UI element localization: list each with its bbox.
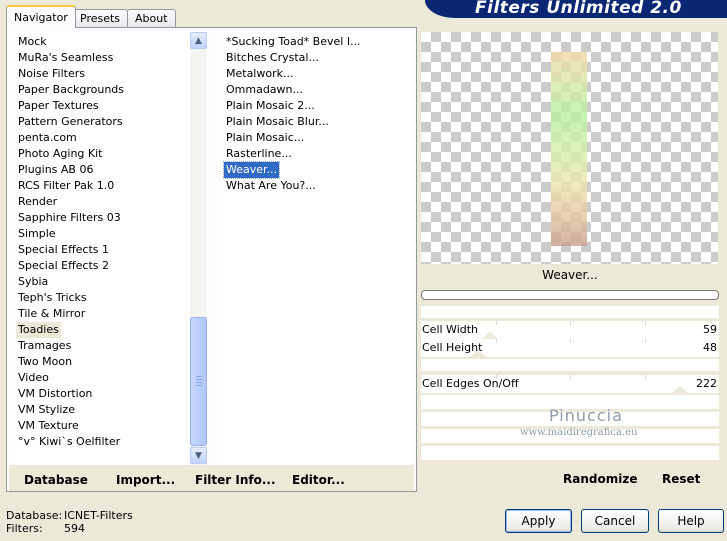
category-item[interactable]: VM Distortion — [16, 386, 94, 402]
status-label: Database: — [6, 509, 63, 522]
filter-list[interactable]: *Sucking Toad* Bevel I... Bitches Crystal… — [217, 32, 413, 465]
slider-thumb[interactable] — [470, 350, 486, 357]
tab-about[interactable]: About — [127, 9, 176, 28]
category-item[interactable]: Tile & Mirror — [16, 306, 87, 322]
category-item[interactable]: Paper Backgrounds — [16, 82, 126, 98]
filter-info-button[interactable]: Filter Info... — [195, 473, 276, 487]
chevron-up-icon: ▲ — [195, 35, 202, 46]
tab-navigator[interactable]: Navigator — [6, 5, 76, 28]
category-item[interactable]: Paper Textures — [16, 98, 101, 114]
category-item[interactable]: Noise Filters — [16, 66, 87, 82]
slider-thumb[interactable] — [672, 386, 688, 393]
filter-item[interactable]: Metalwork... — [224, 66, 295, 82]
category-list[interactable]: Mock MuRa's Seamless Noise Filters Paper Ba… — [9, 32, 209, 465]
category-item[interactable]: penta.com — [16, 130, 79, 146]
filter-item[interactable]: Rasterline... — [224, 146, 294, 162]
database-button[interactable]: Database — [24, 473, 88, 487]
randomize-button[interactable]: Randomize — [563, 472, 637, 486]
editor-button[interactable]: Editor... — [292, 473, 345, 487]
category-item[interactable]: Two Moon — [16, 354, 74, 370]
category-item[interactable]: Special Effects 2 — [16, 258, 111, 274]
scroll-up-button[interactable]: ▲ — [190, 32, 207, 49]
scroll-down-button[interactable]: ▼ — [190, 447, 207, 464]
status-database: Database: ICNET-Filters — [6, 509, 133, 522]
filter-item[interactable]: Ommadawn... — [224, 82, 305, 98]
category-item[interactable]: Sapphire Filters 03 — [16, 210, 123, 226]
param-label: Cell Width — [422, 323, 479, 336]
status-value: ICNET-Filters — [64, 509, 133, 522]
help-button[interactable]: Help — [658, 509, 724, 533]
category-item[interactable]: Plugins AB 06 — [16, 162, 95, 178]
preview-image — [551, 52, 587, 246]
filter-item[interactable]: Bitches Crystal... — [224, 50, 321, 66]
empty-param-row — [421, 359, 719, 371]
filter-item[interactable]: Plain Mosaic Blur... — [224, 114, 331, 130]
param-cell-width[interactable]: Cell Width 59 — [421, 321, 719, 339]
param-label: Cell Edges On/Off — [422, 377, 519, 390]
category-item[interactable]: Photo Aging Kit — [16, 146, 104, 162]
param-cell-edges[interactable]: Cell Edges On/Off 222 — [421, 375, 719, 393]
list-buttons-bar: Database Import... Filter Info... Editor… — [9, 465, 414, 491]
parameter-panel: Weaver... Cell Width 59 Cell Height 48 C… — [419, 264, 721, 492]
apply-button[interactable]: Apply — [505, 509, 572, 533]
watermark-name: Pinuccia — [549, 406, 623, 425]
app-title: Filters Unlimited 2.0 — [475, 0, 682, 18]
filter-item[interactable]: What Are You?... — [224, 178, 318, 194]
reset-button[interactable]: Reset — [662, 472, 700, 486]
filter-item[interactable]: Plain Mosaic... — [224, 130, 306, 146]
status-filters: Filters: 594 — [6, 522, 85, 535]
filter-item[interactable]: Weaver... — [222, 161, 281, 179]
empty-param-row — [421, 446, 719, 460]
category-item[interactable]: Render — [16, 194, 59, 210]
category-item[interactable]: Pattern Generators — [16, 114, 125, 130]
scroll-thumb[interactable] — [190, 317, 207, 446]
filter-item[interactable]: *Sucking Toad* Bevel I... — [224, 34, 363, 50]
category-scrollbar[interactable]: ▲ ▼ — [190, 32, 207, 465]
slider-thumb[interactable] — [482, 332, 498, 339]
current-filter-name: Weaver... — [542, 268, 598, 282]
category-item[interactable]: RCS Filter Pak 1.0 — [16, 178, 116, 194]
status-value: 594 — [64, 522, 85, 535]
category-item[interactable]: VM Stylize — [16, 402, 77, 418]
param-cell-height[interactable]: Cell Height 48 — [421, 339, 719, 357]
cancel-button[interactable]: Cancel — [581, 509, 649, 533]
category-item[interactable]: Simple — [16, 226, 58, 242]
status-label: Filters: — [6, 522, 43, 535]
spacer-row — [421, 306, 719, 318]
category-item[interactable]: Sybia — [16, 274, 50, 290]
title-banner: Filters Unlimited 2.0 — [425, 0, 727, 18]
param-value: 222 — [696, 377, 717, 390]
param-value: 48 — [703, 341, 717, 354]
category-item[interactable]: Special Effects 1 — [16, 242, 111, 258]
chevron-down-icon: ▼ — [195, 450, 202, 461]
category-item[interactable]: Toadies — [16, 322, 61, 338]
category-item[interactable]: MuRa's Seamless — [16, 50, 115, 66]
category-item[interactable]: Tramages — [16, 338, 73, 354]
category-item[interactable]: °v° Kiwi`s Oelfilter — [16, 434, 122, 450]
progress-bar — [421, 290, 719, 300]
category-item[interactable]: VM Texture — [16, 418, 81, 434]
watermark-site: www.maidiregrafica.eu — [520, 427, 638, 438]
preview-canvas — [421, 32, 718, 264]
category-item[interactable]: Mock — [16, 34, 49, 50]
tab-presets[interactable]: Presets — [72, 9, 129, 28]
category-item[interactable]: Teph's Tricks — [16, 290, 89, 306]
import-button[interactable]: Import... — [116, 473, 175, 487]
param-value: 59 — [703, 323, 717, 336]
filter-item[interactable]: Plain Mosaic 2... — [224, 98, 317, 114]
category-item[interactable]: Video — [16, 370, 51, 386]
